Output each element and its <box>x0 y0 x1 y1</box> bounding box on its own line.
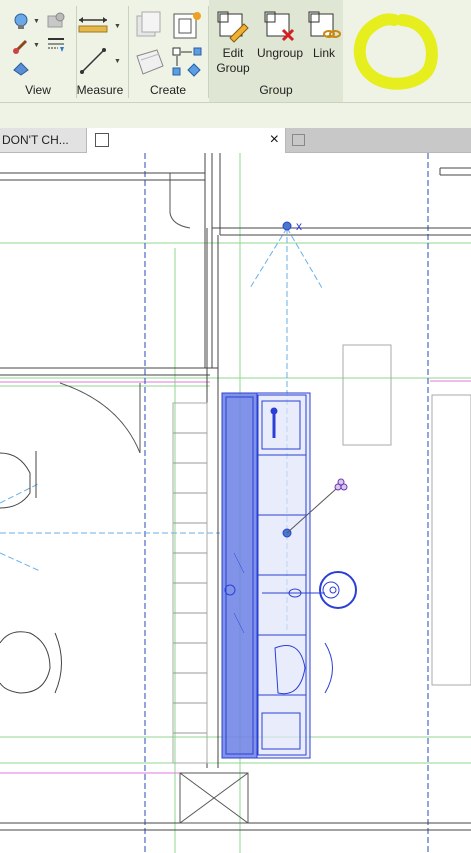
create-panel: Create <box>128 0 208 102</box>
view-panel: ▼ ▼ View <box>0 0 76 102</box>
eraser-icon[interactable] <box>12 60 30 76</box>
annotation-x-marker: x <box>296 219 302 233</box>
view-tab-active[interactable]: × <box>86 128 286 153</box>
edit-group-label-line2: Group <box>216 61 250 75</box>
view-tab-next-icon <box>292 134 305 146</box>
ungroup-icon <box>264 11 295 42</box>
edit-group-icon <box>217 11 249 43</box>
drawing-canvas[interactable]: x <box>0 153 471 853</box>
measure-panel: ▼ ▼ Measure <box>76 0 126 102</box>
link-label: Link <box>312 46 335 60</box>
create-group-icon[interactable] <box>170 46 204 78</box>
ungroup-button[interactable]: Ungroup <box>256 10 304 61</box>
floor-plan-drawing[interactable]: x <box>0 153 471 853</box>
group-panel-label[interactable]: Group <box>209 83 343 97</box>
highlight-circle-annotation <box>353 13 438 90</box>
close-tab-icon[interactable]: × <box>270 128 279 152</box>
lightbulb-icon[interactable] <box>12 12 30 32</box>
edit-group-label-line1: Edit <box>222 46 244 60</box>
create-parts-icon[interactable] <box>170 10 204 42</box>
ungroup-label: Ungroup <box>256 46 304 60</box>
group-badge-icon <box>334 478 348 491</box>
paintbrush-icon[interactable] <box>12 37 30 55</box>
gear-stack-icon[interactable] <box>46 12 66 30</box>
measure-along-element-icon[interactable] <box>78 46 108 76</box>
measure-between-points-icon[interactable] <box>76 12 110 38</box>
create-assembly-icon[interactable] <box>133 10 163 42</box>
view-tab-next[interactable] <box>286 128 471 152</box>
link-button[interactable]: Link <box>306 10 342 61</box>
selected-group <box>221 392 357 759</box>
chairs <box>0 451 62 694</box>
floor-plan-view-icon <box>95 133 109 147</box>
ribbon: ▼ ▼ View ▼ ▼ Measure Create Edit Group U… <box>0 0 471 103</box>
door-swings <box>59 173 249 824</box>
create-similar-icon[interactable] <box>133 46 167 80</box>
view-tab-previous[interactable]: DON'T CH... <box>0 128 87 152</box>
measure-panel-label[interactable]: Measure <box>74 83 126 97</box>
create-panel-label[interactable]: Create <box>128 83 208 97</box>
link-icon <box>308 11 341 38</box>
line-weight-icon[interactable] <box>46 36 66 54</box>
view-tab-bar: DON'T CH... × <box>0 128 471 153</box>
view-tab-previous-label: DON'T CH... <box>2 133 69 147</box>
view-panel-label[interactable]: View <box>0 83 76 97</box>
group-panel: Edit Group Ungroup Link Group <box>209 0 343 102</box>
edit-group-button[interactable]: Edit Group <box>211 10 255 76</box>
ribbon-bottom-strip <box>0 103 471 128</box>
